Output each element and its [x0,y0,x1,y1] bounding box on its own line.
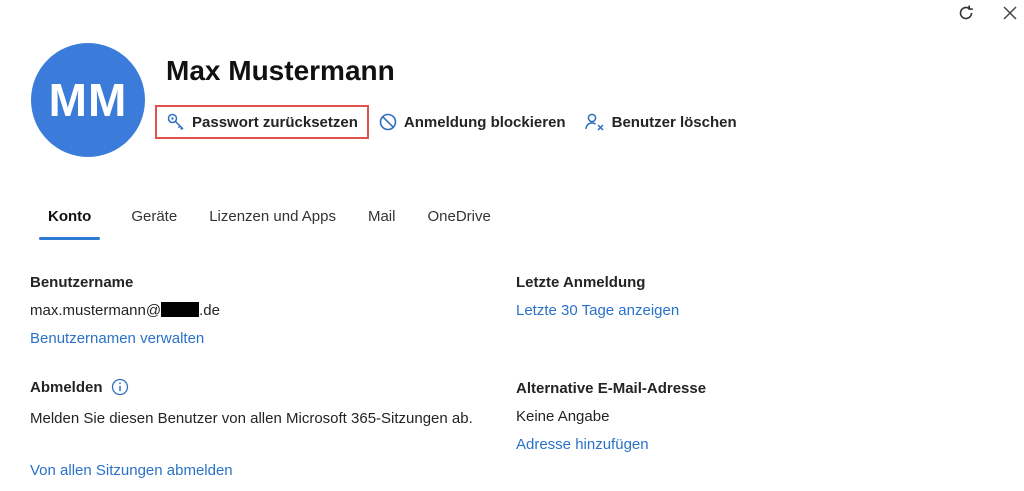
username-prefix: max.mustermann@ [30,302,162,319]
last-30-days-link[interactable]: Letzte 30 Tage anzeigen [516,302,679,319]
block-signin-button[interactable]: Anmeldung blockieren [369,105,575,139]
avatar: MM [31,43,145,157]
refresh-button[interactable] [954,1,978,25]
last-signin-label: Letzte Anmeldung [516,274,646,291]
tab-bar: Konto Geräte Lizenzen und Apps Mail OneD… [38,202,523,242]
key-icon [166,112,186,132]
close-icon [1003,6,1017,20]
reset-password-label: Passwort zurücksetzen [192,113,358,131]
redacted-domain [161,302,200,317]
add-address-link[interactable]: Adresse hinzufügen [516,436,649,453]
username-label: Benutzername [30,274,134,291]
username-suffix: .de [199,302,220,319]
delete-user-label: Benutzer löschen [611,113,737,131]
signout-description: Melden Sie diesen Benutzer von allen Mic… [30,410,473,427]
delete-user-button[interactable]: Benutzer löschen [575,105,746,139]
action-bar: Passwort zurücksetzen Anmeldung blockier… [155,105,746,139]
close-button[interactable] [998,1,1022,25]
block-icon [378,112,398,132]
signout-label: Abmelden [30,378,103,396]
user-name: Max Mustermann [166,55,395,86]
reset-password-button[interactable]: Passwort zurücksetzen [155,105,369,139]
info-icon[interactable] [111,378,129,396]
tab-geraete[interactable]: Geräte [131,202,177,242]
signout-header: Abmelden [30,378,129,396]
alt-email-value: Keine Angabe [516,408,610,425]
tab-mail[interactable]: Mail [368,202,396,242]
alt-email-label: Alternative E-Mail-Adresse [516,380,707,397]
manage-usernames-link[interactable]: Benutzernamen verwalten [30,330,204,347]
delete-user-icon [584,112,606,132]
signout-all-sessions-link[interactable]: Von allen Sitzungen abmelden [30,462,233,479]
block-signin-label: Anmeldung blockieren [403,113,566,131]
tab-onedrive[interactable]: OneDrive [427,202,490,242]
username-value: max.mustermann@ .de [30,302,220,319]
tab-konto[interactable]: Konto [38,202,101,242]
refresh-icon [959,5,973,20]
tab-lizenzen-und-apps[interactable]: Lizenzen und Apps [209,202,336,242]
